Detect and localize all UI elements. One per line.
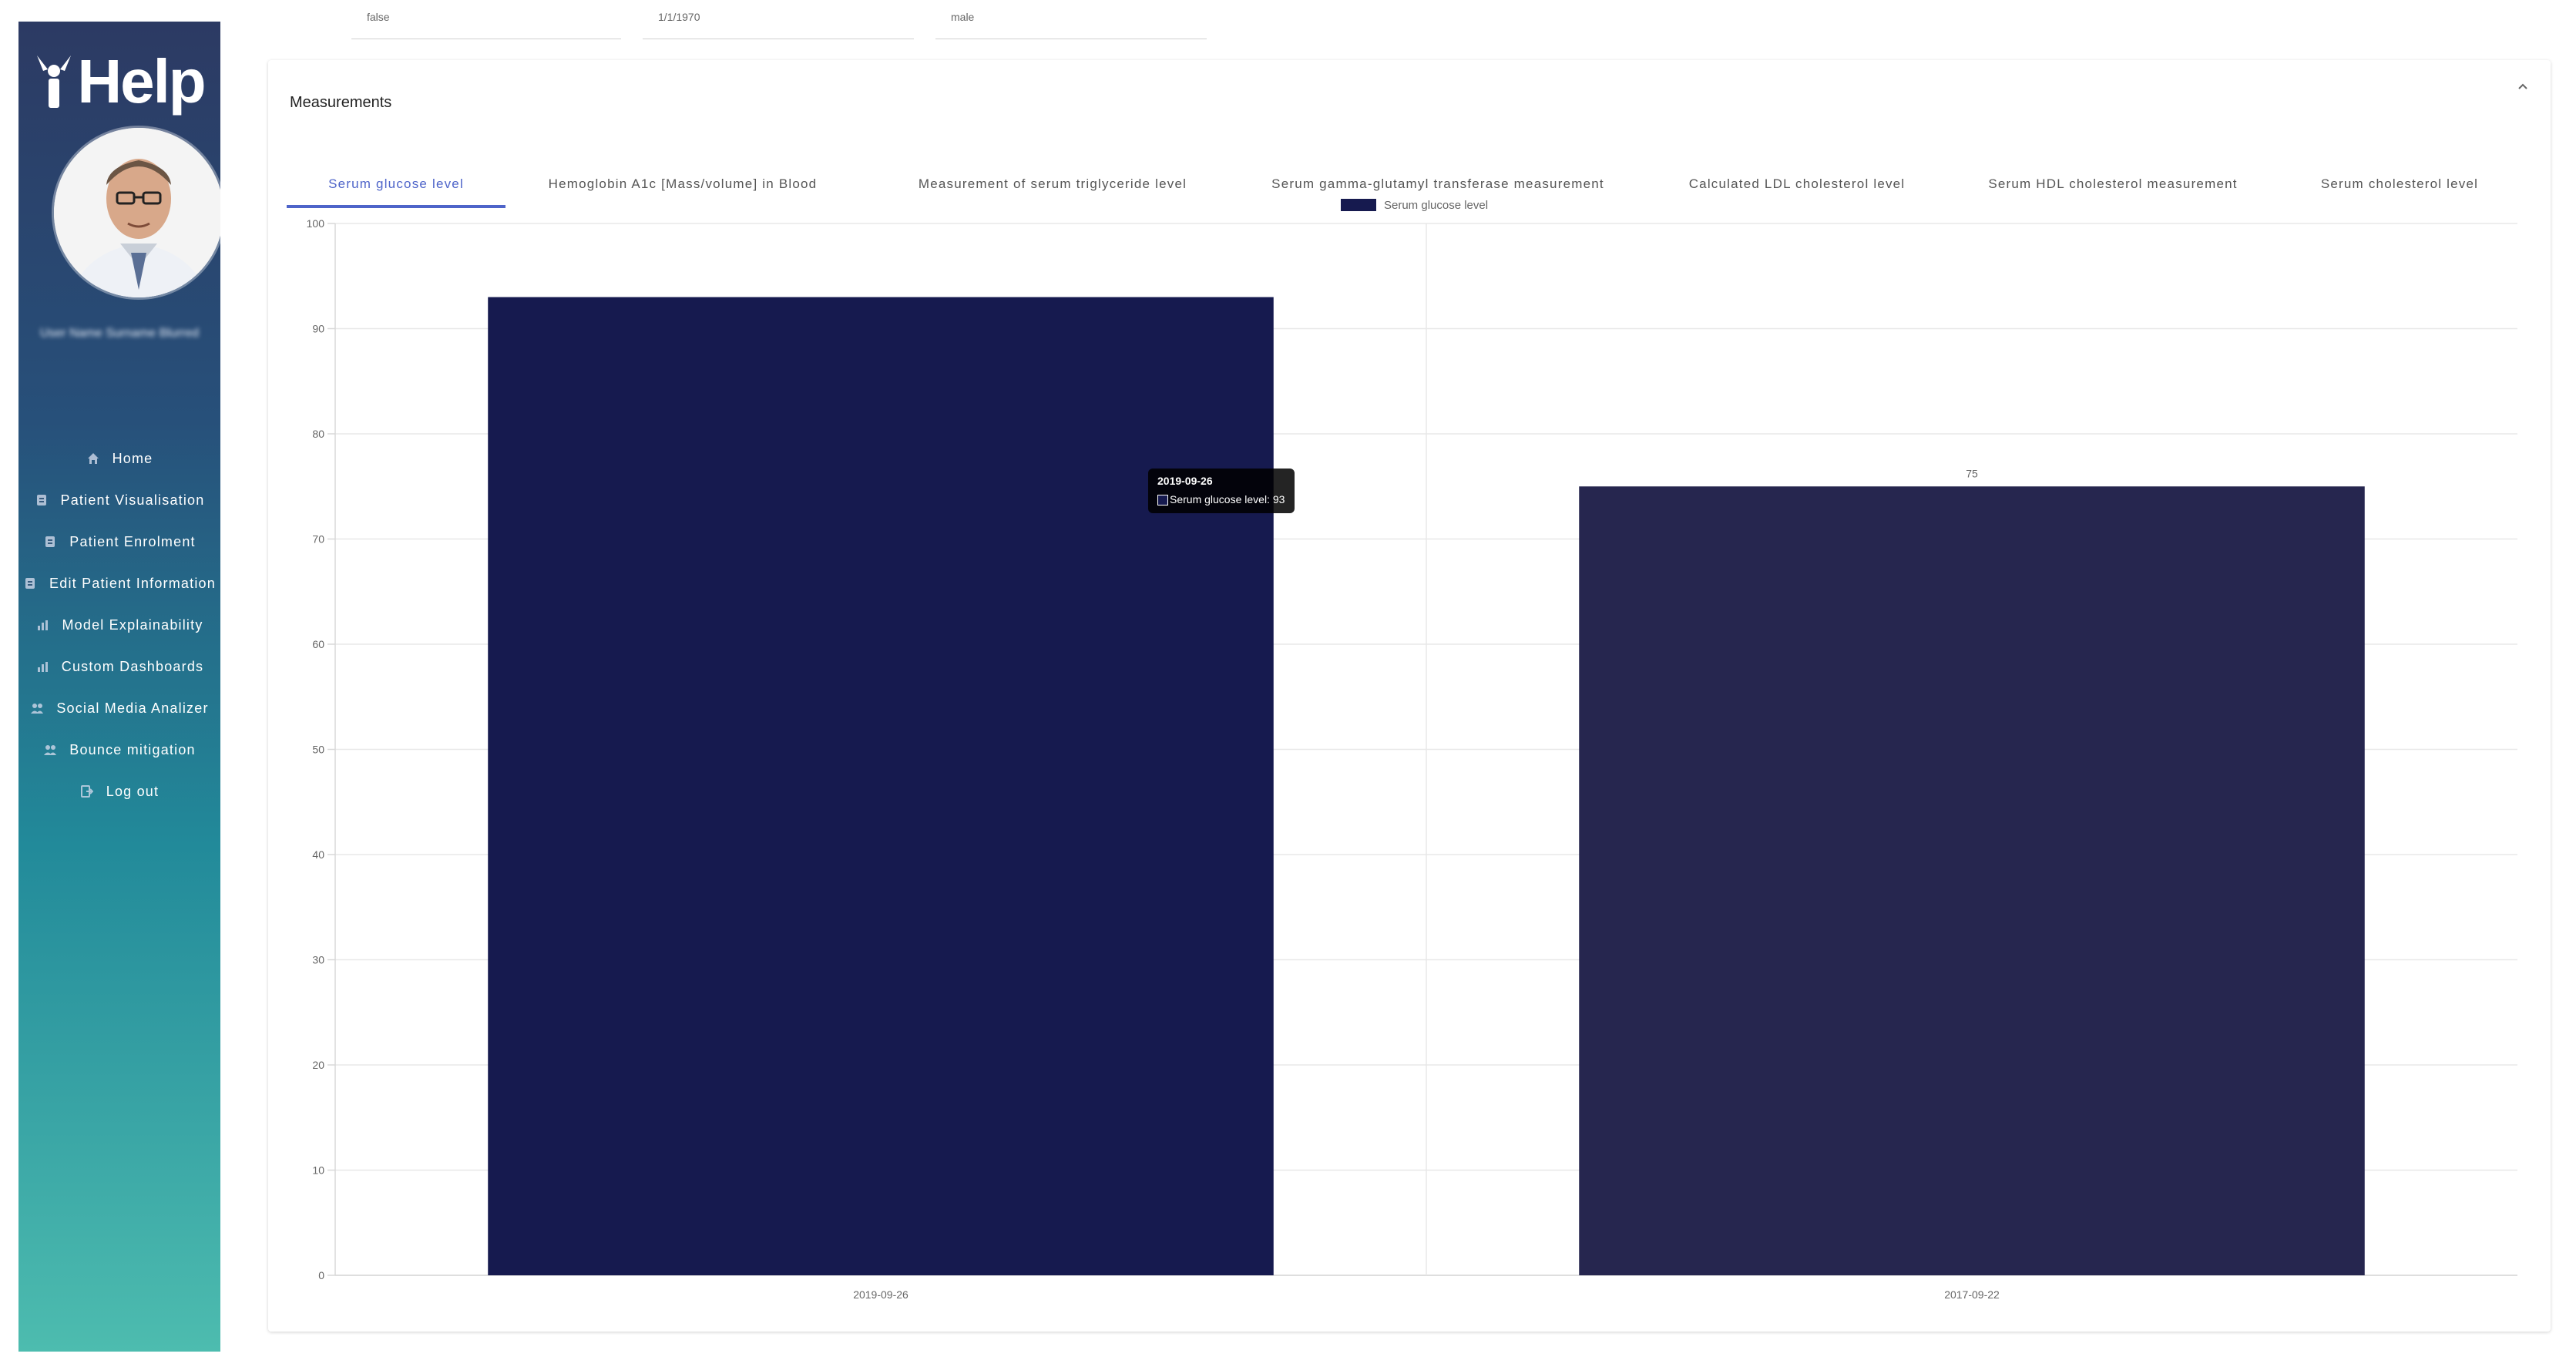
x-tick-label: 2017-09-22	[1944, 1288, 2000, 1301]
tooltip-swatch	[1157, 495, 1168, 505]
sidebar-item-social-media-analizer[interactable]: Social Media Analizer	[18, 687, 220, 729]
legend-label: Serum glucose level	[1384, 199, 1488, 212]
card-title: Measurements	[290, 94, 392, 111]
y-tick-label: 20	[312, 1059, 324, 1071]
sidebar-item-home[interactable]: Home	[18, 438, 220, 479]
chart-icon	[35, 660, 49, 673]
sidebar-item-log-out[interactable]: Log out	[18, 771, 220, 812]
sidebar-item-label: Patient Visualisation	[60, 492, 205, 508]
patient-field[interactable]: 1/1/1970	[643, 0, 914, 39]
sidebar-item-label: Custom Dashboards	[61, 658, 204, 674]
x-tick-label: 2019-09-26	[853, 1288, 908, 1301]
y-tick-label: 90	[312, 323, 324, 335]
sidebar: Help User Name Surname Blurred Home Pati…	[18, 22, 220, 1352]
patient-field-value: false	[367, 11, 390, 23]
chart-tooltip: 2019-09-26 Serum glucose level: 93	[1148, 469, 1295, 513]
y-tick-label: 30	[312, 954, 324, 966]
patient-info-strip: false 1/1/1970 male	[245, 0, 2557, 43]
sidebar-item-label: Log out	[106, 783, 160, 799]
sidebar-item-model-explainability[interactable]: Model Explainability	[18, 604, 220, 646]
logo-text: Help	[77, 47, 206, 116]
people-icon	[30, 701, 44, 715]
people-icon	[43, 743, 57, 757]
document-icon	[43, 535, 57, 549]
data-label: 75	[1966, 467, 1978, 479]
sidebar-item-patient-visualisation[interactable]: Patient Visualisation	[18, 479, 220, 521]
sidebar-item-label: Bounce mitigation	[69, 741, 196, 757]
y-tick-label: 60	[312, 638, 324, 650]
logo-figure-icon	[37, 55, 72, 108]
sidebar-item-label: Home	[112, 450, 153, 466]
document-icon	[35, 493, 49, 507]
sidebar-item-label: Social Media Analizer	[56, 700, 209, 716]
y-tick-label: 70	[312, 533, 324, 546]
sidebar-item-custom-dashboards[interactable]: Custom Dashboards	[18, 646, 220, 687]
avatar	[54, 128, 220, 297]
y-tick-label: 0	[318, 1269, 324, 1281]
user-name: User Name Surname Blurred	[39, 327, 200, 340]
sidebar-item-label: Edit Patient Information	[49, 575, 216, 591]
chart-icon	[35, 618, 49, 632]
bar	[488, 297, 1274, 1275]
patient-field-value: male	[951, 11, 975, 23]
patient-field[interactable]: male	[935, 0, 1207, 39]
y-tick-label: 100	[307, 217, 325, 230]
chevron-up-icon[interactable]	[2514, 77, 2532, 96]
y-tick-label: 50	[312, 744, 324, 756]
logout-icon	[80, 784, 94, 798]
tooltip-title: 2019-09-26	[1157, 475, 1213, 487]
document-icon	[23, 576, 37, 590]
tooltip-body: Serum glucose level: 93	[1170, 493, 1285, 505]
bar-chart: 0 10 20 30 40 50 60 70 80 90 100 2019-09-26 2017-09-…	[262, 193, 2543, 1310]
patient-field-value: 1/1/1970	[658, 11, 700, 23]
sidebar-item-label: Model Explainability	[62, 616, 203, 633]
y-tick-label: 40	[312, 848, 324, 861]
bar	[1579, 486, 2365, 1275]
y-tick-label: 10	[312, 1164, 324, 1177]
chart-svg: 0 10 20 30 40 50 60 70 80 90 100 2019-09-26 2017-09-…	[307, 199, 2517, 1301]
sidebar-item-bounce-mitigation[interactable]: Bounce mitigation	[18, 729, 220, 771]
app-logo[interactable]: Help	[18, 43, 220, 120]
legend-swatch	[1341, 199, 1376, 211]
y-tick-label: 80	[312, 428, 324, 440]
sidebar-item-patient-enrolment[interactable]: Patient Enrolment	[18, 521, 220, 563]
sidebar-item-edit-patient-information[interactable]: Edit Patient Information	[18, 563, 220, 604]
sidebar-nav: Home Patient Visualisation Patient Enrol…	[18, 438, 220, 812]
patient-field[interactable]: false	[351, 0, 621, 39]
home-icon	[86, 452, 100, 465]
sidebar-item-label: Patient Enrolment	[69, 533, 196, 549]
